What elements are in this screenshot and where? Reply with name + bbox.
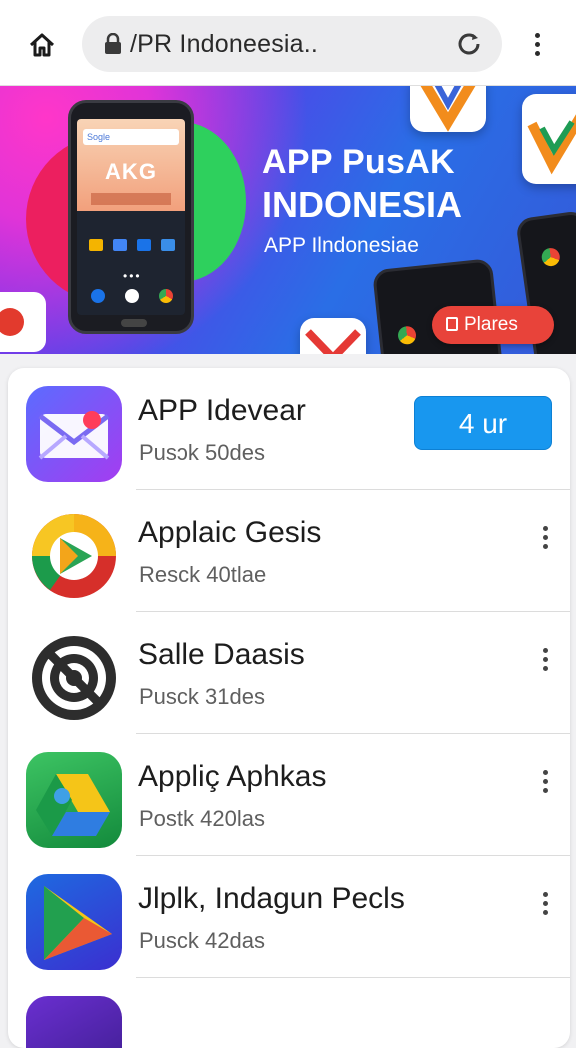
decorative-app-tile [300,318,366,354]
bookmark-icon [446,317,458,331]
drive-icon [26,752,122,848]
hero-cta-button[interactable]: Plares [432,306,554,344]
home-icon[interactable] [22,25,62,65]
hero-banner[interactable]: Sogle AKG ••• APP PusAK INDONESIA APP Il… [0,86,576,354]
app-name: Appliç Aphkas [138,760,327,793]
app-name: APP Idevear [138,394,306,427]
decorative-app-tile [0,292,46,352]
reload-icon[interactable] [454,29,484,59]
more-vert-icon[interactable] [534,522,556,552]
play-triangle-icon [26,874,122,970]
lock-icon [105,33,121,54]
app-icon [26,996,122,1048]
app-meta: Pusck 31des [139,684,265,709]
list-item[interactable]: Salle Daasis Pusck 31des [8,612,570,734]
decorative-app-tile [522,94,576,184]
app-meta: Resck 40tlae [139,562,267,587]
app-meta: Pusɔk 50des [139,440,265,465]
phone-illustration: Sogle AKG ••• [68,100,194,334]
app-name: Jlplk, Indagun Pecls [138,882,405,915]
play-store-icon [26,508,122,604]
decorative-app-tile [410,86,486,132]
browser-toolbar: /PR Indoneesia.. [0,0,576,86]
more-vert-icon[interactable] [534,644,556,674]
list-item[interactable]: Applaic Gesis Resck 40tlae [8,490,570,612]
more-vert-icon[interactable] [522,26,552,62]
hero-title-line2: INDONESIA [262,184,463,225]
app-name: Salle Daasis [138,638,305,671]
more-vert-icon[interactable] [534,888,556,918]
mail-icon [26,386,122,482]
phone-screen-title: AKG [105,159,157,184]
list-item[interactable]: APP Idevear Pusɔk 50des 4 ur [8,368,570,490]
more-vert-icon[interactable] [534,766,556,796]
app-meta: Postk 420las [139,806,265,831]
url-text[interactable]: /PR Indoneesia.. [130,30,318,59]
list-item[interactable] [8,978,570,1048]
app-name: Applaic Gesis [138,516,322,549]
hero-title: APP PusAK [262,143,455,181]
hero-subtitle: APP Ilndonesiae [264,234,419,257]
app-list: APP Idevear Pusɔk 50des 4 ur Applaic Ges… [8,368,570,1048]
list-item[interactable]: Jlplk, Indagun Pecls Pusck 42das [8,856,570,978]
app-meta: Pusck 42das [139,928,265,953]
radar-icon [26,630,122,726]
list-item[interactable]: Appliç Aphkas Postk 420las [8,734,570,856]
address-bar[interactable]: /PR Indoneesia.. [82,16,502,72]
install-button[interactable]: 4 ur [414,396,552,450]
hero-cta-label: Plares [464,314,518,335]
phone-search-bar: Sogle [83,129,179,145]
